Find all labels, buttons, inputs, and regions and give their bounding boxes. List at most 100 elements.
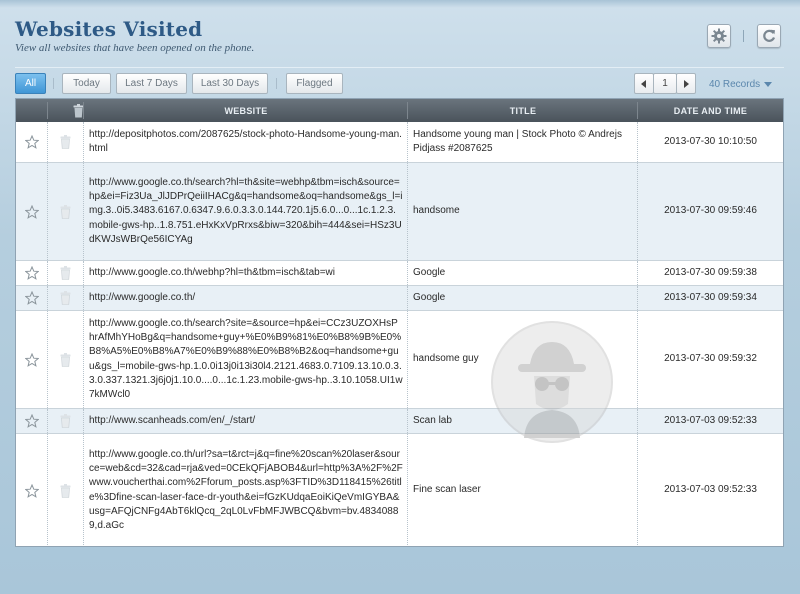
settings-button[interactable] bbox=[707, 24, 731, 48]
delete-button[interactable] bbox=[48, 261, 83, 285]
page-title-text: Handsome young man | Stock Photo © Andre… bbox=[413, 128, 622, 154]
trash-icon bbox=[60, 414, 71, 428]
filter-today-button[interactable]: Today bbox=[62, 73, 111, 94]
datetime-cell: 2013-07-30 09:59:46 bbox=[638, 163, 783, 260]
table-row[interactable]: http://www.google.co.th/url?sa=t&rct=j&q… bbox=[16, 434, 783, 546]
column-divider bbox=[83, 409, 84, 433]
table-header: WEBSITE TITLE DATE AND TIME bbox=[16, 99, 783, 122]
trash-icon bbox=[60, 483, 71, 498]
header-separator bbox=[83, 102, 84, 119]
column-divider bbox=[83, 286, 84, 310]
website-cell[interactable]: http://www.google.co.th/ bbox=[89, 286, 403, 310]
website-cell[interactable]: http://www.google.co.th/webhp?hl=th&tbm=… bbox=[89, 261, 403, 285]
table-row[interactable]: http://www.google.co.th/webhp?hl=th&tbm=… bbox=[16, 261, 783, 286]
star-icon bbox=[24, 135, 39, 149]
table-row[interactable]: http://www.google.co.th/Google 2013-07-30… bbox=[16, 286, 783, 311]
website-cell[interactable]: http://www.scanheads.com/en/_/start/ bbox=[89, 409, 403, 433]
table-row[interactable]: http://depositphotos.com/2087625/stock-p… bbox=[16, 122, 783, 163]
column-divider bbox=[407, 261, 408, 285]
datetime-cell: 2013-07-30 10:10:50 bbox=[638, 122, 783, 162]
flag-star-button[interactable] bbox=[16, 311, 47, 408]
flag-star-button[interactable] bbox=[16, 434, 47, 546]
prev-page-button[interactable] bbox=[634, 73, 654, 94]
trash-icon bbox=[60, 291, 71, 305]
column-title[interactable]: TITLE bbox=[408, 99, 638, 122]
column-divider bbox=[83, 434, 84, 546]
website-url[interactable]: http://www.scanheads.com/en/_/start/ bbox=[89, 414, 255, 428]
datetime-text: 2013-07-03 09:52:33 bbox=[664, 414, 757, 426]
datetime-text: 2013-07-30 09:59:32 bbox=[664, 353, 757, 365]
filter-last7-button[interactable]: Last 7 Days bbox=[116, 73, 187, 94]
website-url[interactable]: http://www.google.co.th/search?site=&sou… bbox=[89, 317, 403, 402]
flag-star-button[interactable] bbox=[16, 122, 47, 162]
header-separator bbox=[407, 102, 408, 119]
page-title: Websites Visited bbox=[15, 17, 203, 41]
website-url[interactable]: http://www.google.co.th/ bbox=[89, 291, 195, 305]
website-url[interactable]: http://www.google.co.th/webhp?hl=th&tbm=… bbox=[89, 266, 335, 280]
trash-icon bbox=[60, 135, 71, 149]
filter-all-button[interactable]: All bbox=[15, 73, 46, 94]
column-divider bbox=[407, 286, 408, 310]
websites-table: WEBSITE TITLE DATE AND TIME http://depos… bbox=[15, 98, 784, 547]
filter-separator bbox=[276, 78, 277, 89]
website-url[interactable]: http://depositphotos.com/2087625/stock-p… bbox=[89, 128, 403, 156]
title-cell: Google bbox=[413, 261, 633, 285]
refresh-icon bbox=[763, 29, 776, 42]
delete-button[interactable] bbox=[48, 409, 83, 433]
column-divider bbox=[407, 163, 408, 260]
page-number-field[interactable]: 1 bbox=[653, 73, 677, 94]
website-url[interactable]: http://www.google.co.th/search?hl=th&sit… bbox=[89, 176, 403, 247]
flag-star-button[interactable] bbox=[16, 261, 47, 285]
header-separator bbox=[637, 102, 638, 119]
records-dropdown[interactable]: 40 Records bbox=[709, 79, 773, 90]
table-row[interactable]: http://www.google.co.th/search?site=&sou… bbox=[16, 311, 783, 409]
column-divider bbox=[83, 122, 84, 162]
website-url[interactable]: http://www.google.co.th/url?sa=t&rct=j&q… bbox=[89, 448, 403, 533]
datetime-text: 2013-07-30 09:59:34 bbox=[664, 291, 757, 303]
page-title-text: handsome bbox=[413, 205, 460, 217]
flag-star-button[interactable] bbox=[16, 163, 47, 260]
website-cell[interactable]: http://depositphotos.com/2087625/stock-p… bbox=[89, 122, 403, 162]
datetime-text: 2013-07-30 10:10:50 bbox=[664, 135, 757, 147]
datetime-cell: 2013-07-30 09:59:32 bbox=[638, 311, 783, 408]
delete-button[interactable] bbox=[48, 311, 83, 408]
website-cell[interactable]: http://www.google.co.th/url?sa=t&rct=j&q… bbox=[89, 434, 403, 546]
column-divider bbox=[407, 409, 408, 433]
trash-icon bbox=[60, 266, 71, 280]
star-icon bbox=[24, 291, 39, 305]
refresh-button[interactable] bbox=[757, 24, 781, 48]
datetime-cell: 2013-07-30 09:59:38 bbox=[638, 261, 783, 285]
delete-button[interactable] bbox=[48, 122, 83, 162]
star-icon bbox=[24, 352, 39, 367]
column-datetime[interactable]: DATE AND TIME bbox=[638, 99, 783, 122]
table-row[interactable]: http://www.google.co.th/search?hl=th&sit… bbox=[16, 163, 783, 261]
title-cell: Fine scan laser bbox=[413, 434, 633, 546]
column-website[interactable]: WEBSITE bbox=[84, 99, 408, 122]
filter-flagged-button[interactable]: Flagged bbox=[286, 73, 343, 94]
datetime-cell: 2013-07-03 09:52:33 bbox=[638, 409, 783, 433]
filter-last30-button[interactable]: Last 30 Days bbox=[192, 73, 268, 94]
header-divider bbox=[15, 67, 784, 68]
column-divider bbox=[407, 434, 408, 546]
datetime-text: 2013-07-30 09:59:46 bbox=[664, 205, 757, 217]
delete-button[interactable] bbox=[48, 286, 83, 310]
delete-button[interactable] bbox=[48, 163, 83, 260]
website-cell[interactable]: http://www.google.co.th/search?site=&sou… bbox=[89, 311, 403, 408]
flag-star-button[interactable] bbox=[16, 409, 47, 433]
chevron-left-icon bbox=[641, 79, 646, 88]
datetime-text: 2013-07-03 09:52:33 bbox=[664, 484, 757, 496]
table-row[interactable]: http://www.scanheads.com/en/_/start/Scan… bbox=[16, 409, 783, 434]
column-divider bbox=[407, 122, 408, 162]
column-divider bbox=[83, 311, 84, 408]
star-icon bbox=[24, 204, 39, 219]
delete-button[interactable] bbox=[48, 434, 83, 546]
page-title-text: Google bbox=[413, 266, 446, 278]
gear-icon bbox=[711, 28, 727, 44]
flag-star-button[interactable] bbox=[16, 286, 47, 310]
records-count: 40 Records bbox=[709, 79, 761, 90]
next-page-button[interactable] bbox=[676, 73, 696, 94]
column-divider bbox=[407, 311, 408, 408]
datetime-text: 2013-07-30 09:59:38 bbox=[664, 266, 757, 278]
filter-separator bbox=[53, 78, 54, 89]
website-cell[interactable]: http://www.google.co.th/search?hl=th&sit… bbox=[89, 163, 403, 260]
